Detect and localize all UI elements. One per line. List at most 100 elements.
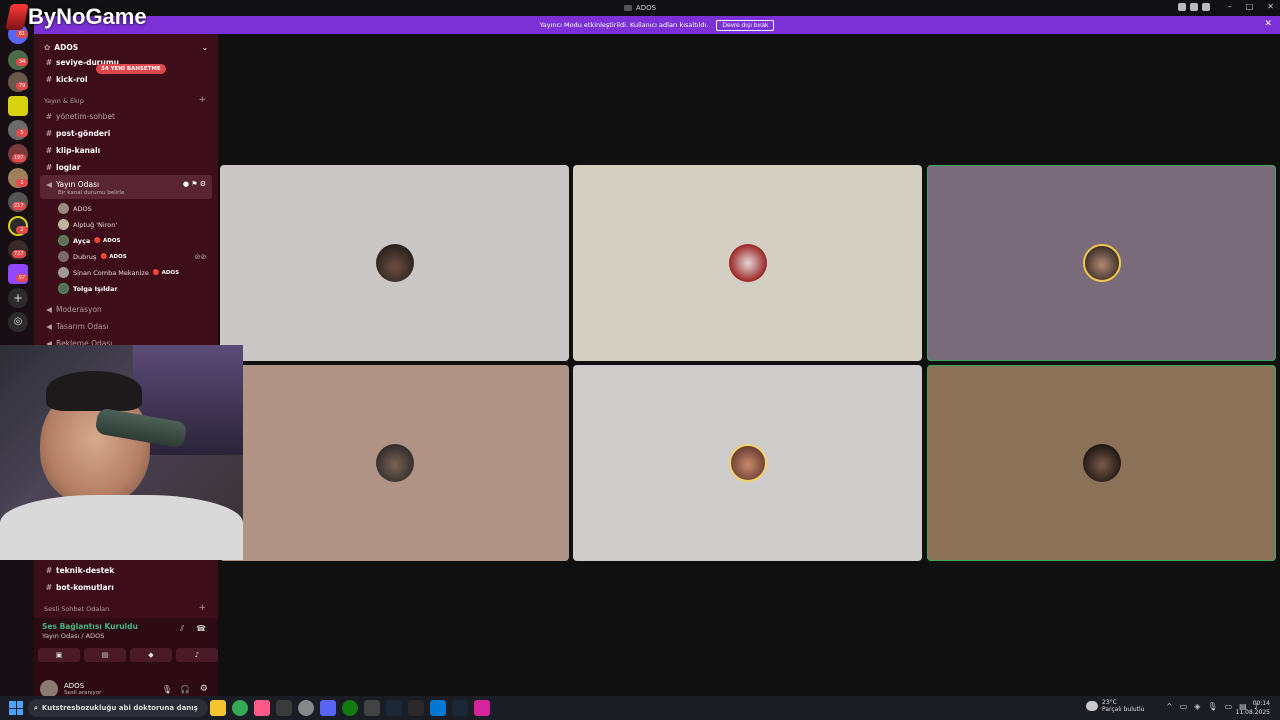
voice-location[interactable]: Yayın Odası / ADOS: [42, 632, 104, 640]
server-badge-icon: ✿: [44, 42, 51, 52]
voice-user[interactable]: Alptuğ 'Niron': [58, 219, 117, 230]
camera-toggle-button[interactable]: ▣: [38, 648, 80, 662]
monitor-icon[interactable]: [1190, 3, 1198, 11]
obs-icon[interactable]: [298, 700, 314, 716]
participant-tile[interactable]: [927, 165, 1276, 361]
voice-user[interactable]: Ayça 🔴 ADOS: [58, 235, 121, 246]
steam-icon[interactable]: [452, 700, 468, 716]
participant-tile[interactable]: [220, 365, 569, 561]
channel-item[interactable]: # bot-komutları: [34, 581, 218, 593]
participant-avatar: [1082, 444, 1121, 482]
hash-icon: #: [45, 162, 53, 172]
channel-item[interactable]: # teknik-destek: [34, 564, 218, 576]
streamer-mode-banner: Yayıncı Modu etkinleştirildi. Kullanıcı …: [34, 16, 1280, 34]
steam-icon[interactable]: [386, 700, 402, 716]
category-header[interactable]: Yayın & Ekip: [44, 97, 84, 105]
chrome-icon[interactable]: [232, 700, 248, 716]
window-title: ADOS: [623, 4, 656, 12]
channel-status[interactable]: Bir kanal durumu belirle: [58, 190, 124, 196]
microphone-icon[interactable]: 🎙: [162, 685, 172, 694]
search-icon: ⌕: [34, 703, 38, 712]
voice-channel-item[interactable]: ◀ Tasarım Odası: [34, 320, 218, 332]
participant-tile[interactable]: [927, 365, 1276, 561]
participant-tile[interactable]: [573, 365, 922, 561]
live-tag: 🔴 ADOS: [94, 237, 121, 244]
help-icon[interactable]: [1202, 3, 1210, 11]
avatar: [58, 235, 69, 246]
soundboard-button[interactable]: ♪: [176, 648, 218, 662]
instagram-icon[interactable]: [474, 700, 490, 716]
add-channel-icon[interactable]: +: [198, 603, 206, 613]
category-header[interactable]: Sesli Sohbet Odaları: [44, 605, 110, 613]
avatar: [58, 219, 69, 230]
headphones-icon[interactable]: 🎧: [180, 685, 190, 694]
app-icon[interactable]: [254, 700, 270, 716]
voice-channel-name[interactable]: ◀ Yayın Odası ● ⚑ ⚙: [34, 178, 218, 190]
chevron-down-icon[interactable]: ⌄: [202, 43, 208, 52]
server-header[interactable]: ✿ ADOS ⌄: [34, 41, 218, 53]
app-icon[interactable]: [408, 700, 424, 716]
channel-item[interactable]: # yönetim-sohbet: [34, 110, 218, 122]
maximize-button[interactable]: □: [1246, 2, 1254, 11]
live-tag: 🔴 ADOS: [152, 269, 180, 276]
rail-badge: 97: [16, 274, 28, 282]
disconnect-icon[interactable]: ☎: [196, 624, 206, 633]
noise-suppression-icon[interactable]: ⫽: [180, 624, 184, 634]
channel-item[interactable]: # post-gönderi: [34, 127, 218, 139]
voice-channel-actions-icon[interactable]: ● ⚑ ⚙: [183, 180, 206, 188]
banner-close-icon[interactable]: ✕: [1264, 19, 1272, 29]
settings-gear-icon[interactable]: ⚙: [200, 684, 208, 694]
avatar: [58, 267, 69, 278]
voice-user[interactable]: Sinan Comba Mekanize 🔴 ADOS: [58, 267, 179, 278]
app-icon[interactable]: [276, 700, 292, 716]
monitor-icon[interactable]: ▭: [1225, 702, 1233, 711]
voice-user[interactable]: Dubruş 🔴 ADOS ⊘⊘: [58, 251, 206, 262]
microphone-icon[interactable]: 🎙: [1207, 702, 1217, 711]
add-channel-icon[interactable]: +: [198, 95, 206, 105]
app-icon[interactable]: [364, 700, 380, 716]
avatar: [58, 283, 69, 294]
windows-start-icon[interactable]: [9, 701, 23, 715]
hash-icon: #: [45, 582, 53, 592]
hash-icon: #: [45, 145, 53, 155]
activity-button[interactable]: ◆: [130, 648, 172, 662]
rail-badge: 727: [12, 250, 26, 258]
app-icon[interactable]: [210, 700, 226, 716]
close-button[interactable]: ✕: [1267, 2, 1274, 11]
rail-badge: 217: [12, 202, 26, 210]
channel-item[interactable]: # klip-kanalı: [34, 144, 218, 156]
taskbar-clock[interactable]: 00:14 11.08.2025: [1236, 699, 1270, 717]
weather-desc: Parçalı bulutlu: [1102, 706, 1145, 713]
hash-icon: #: [45, 128, 53, 138]
window-controls: – □ ✕: [1228, 2, 1274, 11]
discord-icon[interactable]: [320, 700, 336, 716]
app-tray-icon[interactable]: ▭: [1180, 702, 1188, 711]
inbox-icon[interactable]: [1178, 3, 1186, 11]
rail-badge: 197: [12, 154, 26, 162]
avatar: [58, 203, 69, 214]
banner-text: Yayıncı Modu etkinleştirildi. Kullanıcı …: [539, 21, 709, 29]
voice-user[interactable]: Tolga Işıldar: [58, 283, 118, 294]
minimize-button[interactable]: –: [1228, 2, 1232, 11]
disable-streamer-mode-button[interactable]: Devre dışı bırak: [716, 19, 775, 31]
screen-share-button[interactable]: ▤: [84, 648, 126, 662]
server-icon[interactable]: [8, 96, 28, 116]
xbox-icon[interactable]: [342, 700, 358, 716]
chevron-up-icon[interactable]: ^: [1166, 702, 1173, 711]
add-server-icon[interactable]: +: [8, 288, 28, 308]
voice-user[interactable]: ADOS: [58, 203, 92, 214]
app-tray-icon[interactable]: ◈: [1194, 702, 1200, 711]
weather-widget[interactable]: 23°C Parçalı bulutlu: [1086, 699, 1144, 713]
taskbar-search[interactable]: ⌕ Kutstresbozukluğu abi doktoruna danış: [28, 699, 208, 717]
participant-tile[interactable]: [220, 165, 569, 361]
taskbar-apps: [210, 700, 490, 716]
channel-item[interactable]: # kick-rol: [34, 73, 218, 85]
app-icon[interactable]: [430, 700, 446, 716]
participant-tile[interactable]: [573, 165, 922, 361]
hash-icon: #: [45, 565, 53, 575]
user-name[interactable]: ADOS: [64, 682, 101, 690]
channel-item[interactable]: # loglar: [34, 161, 218, 173]
discover-icon[interactable]: ◎: [8, 312, 28, 332]
voice-channel-item[interactable]: ◀ Moderasyon: [34, 303, 218, 315]
voice-status[interactable]: Ses Bağlantısı Kuruldu: [42, 622, 138, 631]
